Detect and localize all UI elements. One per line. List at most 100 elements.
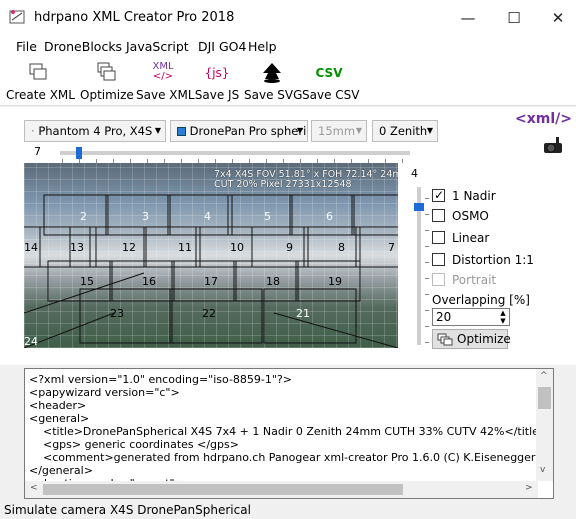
checkmark-icon: ✓ bbox=[434, 188, 445, 202]
scroll-up-arrow[interactable]: ^ bbox=[540, 371, 548, 381]
vertical-scrollbar[interactable]: ^ v bbox=[536, 369, 553, 481]
save-svg-button[interactable]: Save SVG bbox=[244, 60, 303, 104]
close-button[interactable]: ✕ bbox=[538, 6, 576, 30]
shot-label: 10 bbox=[230, 241, 244, 254]
shot-label: 11 bbox=[178, 241, 192, 254]
menu-droneblocks[interactable]: DroneBlocks bbox=[44, 39, 122, 54]
mode-select[interactable]: DronePan Pro spheri ▼ bbox=[170, 120, 308, 142]
spin-down-button[interactable]: ▼ bbox=[497, 317, 509, 325]
nadir-label: 1 Nadir bbox=[452, 189, 496, 203]
menu-javascript[interactable]: JavaScript bbox=[126, 39, 189, 54]
rows-slider-thumb[interactable] bbox=[414, 203, 424, 211]
save-csv-label: Save CSV bbox=[302, 88, 360, 102]
create-xml-icon bbox=[29, 63, 47, 80]
toolbar: Create XML Optimize XML </> Save XML {js… bbox=[0, 58, 576, 106]
nadir-checkbox-box[interactable]: ✓ bbox=[432, 188, 445, 202]
csv-file-icon: CSV bbox=[314, 66, 344, 88]
horizontal-scrollbar[interactable]: < > bbox=[25, 481, 538, 498]
shot-label: 14 bbox=[24, 241, 38, 254]
drone-camera-icon bbox=[544, 137, 562, 153]
columns-slider-value: 7 bbox=[34, 145, 41, 158]
csv-tag: CSV bbox=[315, 66, 343, 80]
camera-select-value: Phantom 4 Pro, X4S bbox=[38, 124, 153, 138]
shot-label: 22 bbox=[202, 307, 216, 320]
chevron-down-icon: ▼ bbox=[426, 126, 433, 135]
save-xml-button[interactable]: XML </> Save XML bbox=[136, 60, 195, 104]
shot-label: 3 bbox=[142, 210, 149, 223]
distortion-checkbox-box[interactable] bbox=[432, 253, 445, 266]
linear-label: Linear bbox=[452, 231, 490, 245]
portrait-checkbox-box[interactable] bbox=[432, 273, 445, 286]
maximize-button[interactable]: ☐ bbox=[494, 6, 534, 30]
overlap-label: Overlapping [%] bbox=[432, 293, 530, 307]
camera-select[interactable]: · Phantom 4 Pro, X4S ▼ bbox=[24, 120, 166, 142]
panorama-preview[interactable]: 7x4 X4S FOV 51.81° x FOH 72.14° 24mm CUT… bbox=[24, 163, 398, 348]
scroll-right-arrow[interactable]: > bbox=[525, 483, 533, 493]
create-xml-button[interactable]: Create XML bbox=[6, 60, 75, 104]
shot-label: 9 bbox=[286, 241, 293, 254]
optimize-button-label: Optimize bbox=[457, 332, 511, 346]
shot-label: 13 bbox=[70, 241, 84, 254]
code-line: </general> bbox=[29, 464, 93, 477]
settings-panel: · Phantom 4 Pro, X4S ▼ DronePan Pro sphe… bbox=[0, 107, 576, 365]
xml-file-icon: XML </> bbox=[148, 62, 178, 84]
menu-help[interactable]: Help bbox=[248, 39, 277, 54]
shot-frame bbox=[289, 194, 355, 236]
columns-slider-track[interactable] bbox=[60, 151, 410, 155]
shot-frame bbox=[263, 288, 357, 344]
portrait-label: Portrait bbox=[452, 273, 497, 287]
overlap-spinbox[interactable]: 20 ▲ ▼ bbox=[432, 308, 510, 326]
save-js-button[interactable]: {js} Save JS bbox=[194, 60, 240, 104]
code-line: <header> bbox=[29, 399, 87, 412]
chevron-down-icon: ▼ bbox=[296, 126, 303, 135]
optimize-small-icon bbox=[437, 333, 453, 346]
shot-label: 12 bbox=[122, 241, 136, 254]
columns-slider-thumb[interactable] bbox=[76, 147, 82, 159]
scroll-left-arrow[interactable]: < bbox=[30, 483, 38, 493]
mode-select-icon bbox=[177, 127, 186, 136]
xml-output-textarea[interactable]: <?xml version="1.0" encoding="iso-8859-1… bbox=[24, 368, 554, 499]
lens-select[interactable]: 15mm ▼ bbox=[311, 120, 367, 142]
status-bar: Simulate camera X4S DronePanSpherical bbox=[0, 501, 576, 519]
shot-frame bbox=[43, 194, 109, 236]
pano-info-cut: CUT 20% Pixel 27331x12548 bbox=[214, 179, 352, 190]
menu-dji-go4[interactable]: DJI GO4 bbox=[198, 39, 246, 54]
shot-label: 6 bbox=[326, 210, 333, 223]
shot-label: 18 bbox=[266, 275, 280, 288]
menu-file[interactable]: File bbox=[16, 39, 37, 54]
code-line: <?xml version="1.0" encoding="iso-8859-1… bbox=[29, 373, 293, 386]
lens-select-value: 15mm bbox=[318, 124, 356, 138]
shot-label: 19 bbox=[328, 275, 342, 288]
code-line: <title>DronePanSpherical X4S 7x4 + 1 Nad… bbox=[29, 425, 549, 438]
optimize-icon bbox=[97, 62, 116, 81]
scroll-down-arrow[interactable]: v bbox=[540, 465, 545, 475]
js-tag: {js} bbox=[204, 66, 230, 80]
save-js-label: Save JS bbox=[194, 88, 240, 102]
shot-frame bbox=[169, 288, 263, 344]
title-bar: hdrpano XML Creator Pro 2018 — ☐ ✕ bbox=[0, 0, 576, 36]
shot-label: 4 bbox=[204, 210, 211, 223]
save-xml-label: Save XML bbox=[136, 88, 195, 102]
shot-label: 16 bbox=[142, 275, 156, 288]
optimize-toolbar-button[interactable]: Optimize bbox=[80, 60, 134, 104]
chevron-down-icon: ▼ bbox=[154, 126, 161, 135]
xml-logo: <xml/> bbox=[515, 111, 572, 127]
minimize-button[interactable]: — bbox=[448, 6, 488, 30]
spin-up-button[interactable]: ▲ bbox=[497, 309, 509, 317]
save-csv-button[interactable]: CSV Save CSV bbox=[302, 60, 360, 104]
linear-checkbox-box[interactable] bbox=[432, 231, 445, 244]
shot-label: 24 bbox=[24, 335, 38, 348]
optimize-button[interactable]: Optimize bbox=[432, 329, 511, 349]
camera-select-icon: · bbox=[31, 124, 35, 138]
mode-select-value: DronePan Pro spheri bbox=[189, 124, 307, 138]
zenith-select[interactable]: 0 Zenith ▼ bbox=[372, 120, 438, 142]
osmo-checkbox-box[interactable] bbox=[432, 209, 445, 222]
save-svg-label: Save SVG bbox=[244, 88, 303, 102]
shot-label: 23 bbox=[110, 307, 124, 320]
vertical-scroll-thumb[interactable] bbox=[538, 387, 551, 409]
shot-label: 17 bbox=[204, 275, 218, 288]
shot-frames bbox=[24, 194, 398, 348]
status-text: Simulate camera X4S DronePanSpherical bbox=[4, 503, 251, 517]
shot-label: 5 bbox=[264, 210, 271, 223]
horizontal-scroll-thumb[interactable] bbox=[43, 484, 403, 495]
